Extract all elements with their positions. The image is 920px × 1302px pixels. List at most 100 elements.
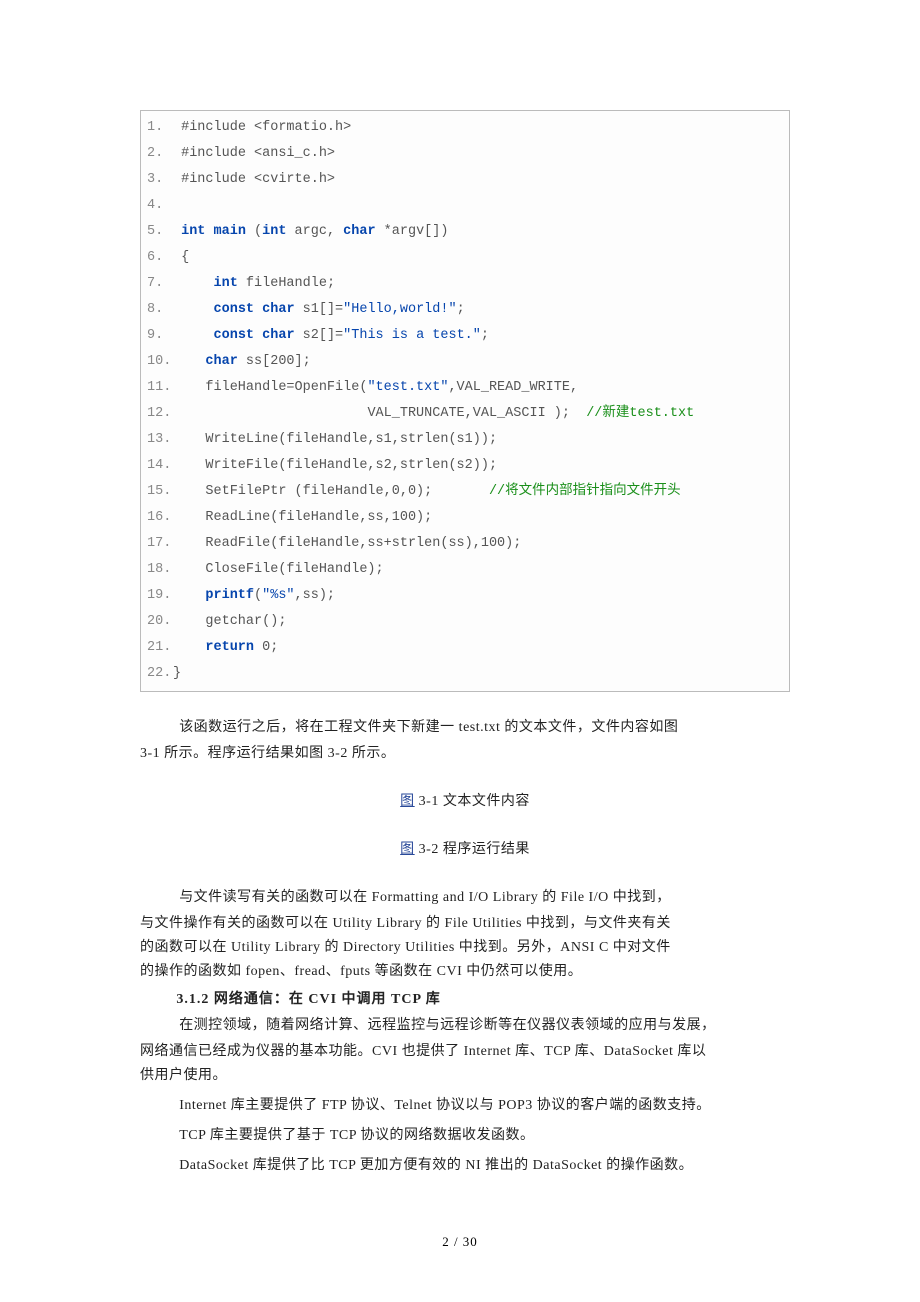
string-literal: "%s" (262, 588, 294, 603)
code-token: fileHandle=OpenFile( (205, 380, 367, 395)
code-line: 18. CloseFile(fileHandle); (147, 557, 781, 583)
code-token: ,VAL_READ_WRITE, (448, 380, 578, 395)
paragraph-line: 网络通信已经成为仪器的基本功能。CVI 也提供了 Internet 库、TCP … (140, 1040, 790, 1064)
code-token: WriteLine(fileHandle,s1,strlen(s1)); (205, 432, 497, 447)
code-token: VAL_TRUNCATE,VAL_ASCII ); (367, 406, 586, 421)
code-token: *argv[]) (376, 224, 449, 239)
code-line: 15. SetFilePtr (fileHandle,0,0); //将文件内部… (147, 479, 781, 505)
caption-text: 3-1 文本文件内容 (415, 794, 530, 809)
code-token: ; (481, 328, 489, 343)
code-token: ReadLine(fileHandle,ss,100); (205, 510, 432, 525)
line-number: 8. (147, 297, 173, 323)
code-token: fileHandle; (238, 276, 335, 291)
keyword: char (262, 302, 294, 317)
line-number: 5. (147, 219, 173, 245)
string-literal: "Hello,world!" (343, 302, 456, 317)
code-line: 2. #include <ansi_c.h> (147, 141, 781, 167)
line-number: 18. (147, 557, 173, 583)
paragraph: DataSocket 库提供了比 TCP 更加方便有效的 NI 推出的 Data… (140, 1154, 790, 1178)
paragraph: Internet 库主要提供了 FTP 协议、Telnet 协议以与 POP3 … (140, 1094, 790, 1118)
paragraph: TCP 库主要提供了基于 TCP 协议的网络数据收发函数。 (140, 1124, 790, 1148)
code-line: 5. int main (int argc, char *argv[]) (147, 219, 781, 245)
line-number: 12. (147, 401, 173, 427)
string-literal: "test.txt" (367, 380, 448, 395)
code-line: 11. fileHandle=OpenFile("test.txt",VAL_R… (147, 375, 781, 401)
code-line: 7. int fileHandle; (147, 271, 781, 297)
code-token: { (181, 250, 189, 265)
code-token: ; (457, 302, 465, 317)
code-token: #include <cvirte.h> (181, 172, 335, 187)
figure-caption-1: 图 3-1 文本文件内容 (140, 790, 790, 814)
code-token (254, 328, 262, 343)
keyword: const (214, 328, 255, 343)
code-token: SetFilePtr (fileHandle,0,0); (205, 484, 489, 499)
line-number: 10. (147, 349, 173, 375)
comment: //新建test.txt (586, 406, 694, 421)
code-token (205, 224, 213, 239)
keyword: return (205, 640, 254, 655)
line-number: 7. (147, 271, 173, 297)
code-token (254, 302, 262, 317)
comment: //将文件内部指针指向文件开头 (489, 484, 681, 499)
figure-caption-2: 图 3-2 程序运行结果 (140, 838, 790, 862)
keyword: const (214, 302, 255, 317)
code-line: 10. char ss[200]; (147, 349, 781, 375)
code-line: 3. #include <cvirte.h> (147, 167, 781, 193)
line-number: 1. (147, 115, 173, 141)
line-number: 11. (147, 375, 173, 401)
code-line: 16. ReadLine(fileHandle,ss,100); (147, 505, 781, 531)
paragraph: 与文件读写有关的函数可以在 Formatting and I/O Library… (140, 886, 790, 910)
code-line: 8. const char s1[]="Hello,world!"; (147, 297, 781, 323)
code-token: CloseFile(fileHandle); (205, 562, 383, 577)
keyword: int (262, 224, 286, 239)
paragraph-line: 的操作的函数如 fopen、fread、fputs 等函数在 CVI 中仍然可以… (140, 960, 790, 984)
paragraph-line: 的函数可以在 Utility Library 的 Directory Utili… (140, 936, 790, 960)
keyword: char (205, 354, 237, 369)
code-line: 22.} (147, 661, 781, 687)
code-line: 21. return 0; (147, 635, 781, 661)
code-line: 1. #include <formatio.h> (147, 115, 781, 141)
code-token: ,ss); (295, 588, 336, 603)
code-token: s2[]= (295, 328, 344, 343)
line-number: 14. (147, 453, 173, 479)
code-token: #include <ansi_c.h> (181, 146, 335, 161)
keyword: char (262, 328, 294, 343)
keyword: main (214, 224, 246, 239)
code-token: ( (246, 224, 262, 239)
code-block: 1. #include <formatio.h>2. #include <ans… (140, 110, 790, 692)
text: 该函数运行之后，将在工程文件夹下新建一 test.txt 的文本文件，文件内容如… (179, 720, 678, 735)
paragraph-line: 供用户使用。 (140, 1064, 790, 1088)
caption-text: 3-2 程序运行结果 (415, 842, 530, 857)
paragraph: 在测控领域，随着网络计算、远程监控与远程诊断等在仪器仪表领域的应用与发展， (140, 1014, 790, 1038)
line-number: 2. (147, 141, 173, 167)
code-token: s1[]= (295, 302, 344, 317)
code-token: ReadFile(fileHandle,ss+strlen(ss),100); (205, 536, 521, 551)
code-token: ss[200]; (238, 354, 311, 369)
line-number: 13. (147, 427, 173, 453)
code-line: 19. printf("%s",ss); (147, 583, 781, 609)
page: 1. #include <formatio.h>2. #include <ans… (0, 0, 920, 1302)
caption-label: 图 (400, 794, 415, 809)
line-number: 20. (147, 609, 173, 635)
code-line: 12. VAL_TRUNCATE,VAL_ASCII ); //新建test.t… (147, 401, 781, 427)
keyword: int (214, 276, 238, 291)
code-line: 13. WriteLine(fileHandle,s1,strlen(s1)); (147, 427, 781, 453)
paragraph: 该函数运行之后，将在工程文件夹下新建一 test.txt 的文本文件，文件内容如… (140, 716, 790, 740)
line-number: 17. (147, 531, 173, 557)
section-heading: 3.1.2 网络通信：在 CVI 中调用 TCP 库 (176, 988, 790, 1012)
string-literal: "This is a test." (343, 328, 481, 343)
keyword: printf (205, 588, 254, 603)
line-number: 3. (147, 167, 173, 193)
page-footer: 2 / 30 (0, 1234, 920, 1250)
line-number: 6. (147, 245, 173, 271)
code-token: getchar(); (205, 614, 286, 629)
line-number: 22. (147, 661, 173, 687)
code-token: WriteFile(fileHandle,s2,strlen(s2)); (205, 458, 497, 473)
line-number: 19. (147, 583, 173, 609)
code-line: 4. (147, 193, 781, 219)
line-number: 15. (147, 479, 173, 505)
body-text: 该函数运行之后，将在工程文件夹下新建一 test.txt 的文本文件，文件内容如… (140, 716, 790, 1178)
code-token: argc, (286, 224, 343, 239)
code-token: ( (254, 588, 262, 603)
line-number: 21. (147, 635, 173, 661)
